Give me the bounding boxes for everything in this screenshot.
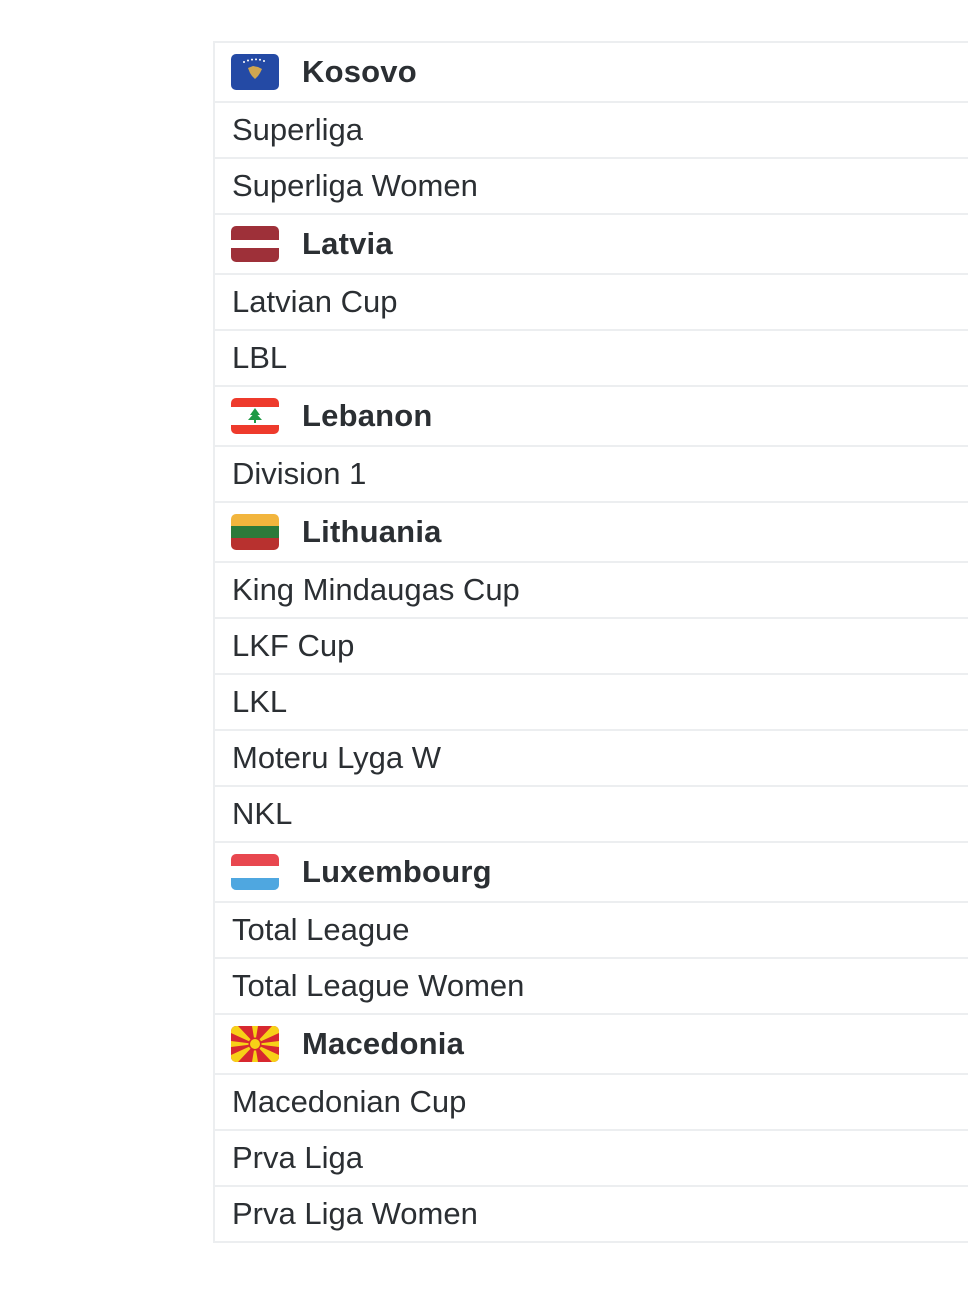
league-name: Prva Liga Women bbox=[232, 1196, 478, 1231]
country-name: Macedonia bbox=[302, 1026, 465, 1061]
league-name: Latvian Cup bbox=[232, 284, 398, 319]
league-item[interactable]: Division 1 bbox=[215, 447, 968, 503]
league-name: LBL bbox=[232, 340, 288, 375]
lebanon-flag-icon bbox=[231, 398, 279, 434]
league-name: Moteru Lyga W bbox=[232, 740, 442, 775]
league-item[interactable]: Latvian Cup bbox=[215, 275, 968, 331]
league-item[interactable]: Superliga Women bbox=[215, 159, 968, 215]
country-name: Lebanon bbox=[302, 398, 433, 433]
league-item[interactable]: LKL bbox=[215, 675, 968, 731]
league-item[interactable]: Macedonian Cup bbox=[215, 1075, 968, 1131]
league-name: Total League Women bbox=[232, 968, 525, 1003]
league-name: LKL bbox=[232, 684, 288, 719]
league-item[interactable]: Moteru Lyga W bbox=[215, 731, 968, 787]
league-item[interactable]: NKL bbox=[215, 787, 968, 843]
country-name: Lithuania bbox=[302, 514, 442, 549]
country-name: Latvia bbox=[302, 226, 393, 261]
country-header-lithuania[interactable]: Lithuania bbox=[215, 503, 968, 563]
lithuania-flag-icon bbox=[231, 514, 279, 550]
league-name: Prva Liga bbox=[232, 1140, 363, 1175]
league-item[interactable]: King Mindaugas Cup bbox=[215, 563, 968, 619]
league-name: LKF Cup bbox=[232, 628, 355, 663]
league-name: Total League bbox=[232, 912, 410, 947]
luxembourg-flag-icon bbox=[231, 854, 279, 890]
league-name: Superliga bbox=[232, 112, 363, 147]
macedonia-flag-icon bbox=[231, 1026, 279, 1062]
league-item[interactable]: LKF Cup bbox=[215, 619, 968, 675]
country-name: Luxembourg bbox=[302, 854, 492, 889]
country-header-luxembourg[interactable]: Luxembourg bbox=[215, 843, 968, 903]
country-header-kosovo[interactable]: Kosovo bbox=[215, 43, 968, 103]
country-name: Kosovo bbox=[302, 54, 417, 89]
league-item[interactable]: Total League bbox=[215, 903, 968, 959]
latvia-flag-icon bbox=[231, 226, 279, 262]
league-item[interactable]: Prva Liga Women bbox=[215, 1187, 968, 1243]
league-name: Superliga Women bbox=[232, 168, 478, 203]
kosovo-flag-icon bbox=[231, 54, 279, 90]
league-name: King Mindaugas Cup bbox=[232, 572, 520, 607]
league-name: NKL bbox=[232, 796, 293, 831]
league-name: Division 1 bbox=[232, 456, 367, 491]
league-name: Macedonian Cup bbox=[232, 1084, 467, 1119]
league-item[interactable]: Total League Women bbox=[215, 959, 968, 1015]
league-item[interactable]: Superliga bbox=[215, 103, 968, 159]
country-header-macedonia[interactable]: Macedonia bbox=[215, 1015, 968, 1075]
league-list: Kosovo Superliga Superliga Women Latvia … bbox=[213, 41, 968, 1243]
league-item[interactable]: LBL bbox=[215, 331, 968, 387]
league-item[interactable]: Prva Liga bbox=[215, 1131, 968, 1187]
country-header-latvia[interactable]: Latvia bbox=[215, 215, 968, 275]
country-header-lebanon[interactable]: Lebanon bbox=[215, 387, 968, 447]
